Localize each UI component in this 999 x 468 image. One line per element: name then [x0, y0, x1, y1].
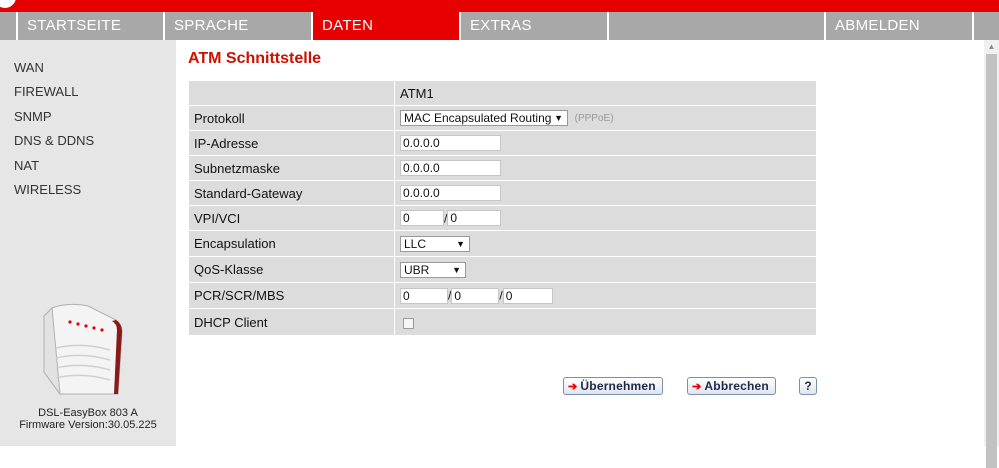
page-title: ATM Schnittstelle: [188, 50, 322, 67]
value-protokoll-cell: MAC Encapsulated Routing ▼ (PPPoE): [394, 105, 817, 131]
value-encapsulation-cell: LLC ▼: [394, 230, 817, 257]
row-subnetzmaske: Subnetzmaske: [188, 155, 817, 181]
arrow-right-icon: ➔: [568, 381, 578, 393]
chevron-down-icon: ▼: [554, 113, 563, 124]
sidebar-item-wireless[interactable]: WIRELESS: [14, 182, 81, 197]
row-encapsulation: Encapsulation LLC ▼: [188, 230, 817, 257]
header-empty-cell: [188, 80, 395, 106]
protokoll-hint: (PPPoE): [574, 112, 614, 124]
scroll-up-icon[interactable]: ▲: [984, 42, 999, 52]
apply-button-label: Übernehmen: [580, 379, 656, 393]
value-dhcp-cell: [394, 308, 817, 336]
main-nav: STARTSEITE SPRACHE DATEN EXTRAS ABMELDEN: [0, 12, 999, 40]
value-subnet-cell: [394, 155, 817, 181]
arrow-right-icon: ➔: [692, 381, 702, 393]
sidebar-item-snmp[interactable]: SNMP: [14, 109, 52, 124]
value-qos-cell: UBR ▼: [394, 256, 817, 283]
row-dhcp-client: DHCP Client: [188, 308, 817, 336]
label-protokoll: Protokoll: [188, 105, 395, 131]
label-ip-adresse: IP-Adresse: [188, 130, 395, 156]
value-vpivci-cell: /: [394, 205, 817, 231]
scrollbar-thumb[interactable]: [986, 54, 997, 468]
qos-select-value: UBR: [404, 262, 430, 277]
nav-extras[interactable]: EXTRAS: [459, 12, 609, 40]
value-ip-cell: [394, 130, 817, 156]
help-button[interactable]: ?: [799, 377, 817, 395]
chevron-down-icon: ▼: [452, 264, 461, 275]
label-qos-klasse: QoS-Klasse: [188, 256, 395, 283]
value-pcr-cell: //: [394, 282, 817, 309]
label-standard-gateway: Standard-Gateway: [188, 180, 395, 206]
row-pcr-scr-mbs: PCR/SCR/MBS //: [188, 282, 817, 309]
table-header-row: ATM1: [188, 80, 817, 106]
row-protokoll: Protokoll MAC Encapsulated Routing ▼ (PP…: [188, 105, 817, 131]
pcr-input[interactable]: [400, 287, 448, 304]
protokoll-select[interactable]: MAC Encapsulated Routing ▼: [400, 110, 568, 127]
value-gateway-cell: [394, 180, 817, 206]
sidebar-item-nat[interactable]: NAT: [14, 158, 39, 173]
row-qos-klasse: QoS-Klasse UBR ▼: [188, 256, 817, 283]
sidebar-item-wan[interactable]: WAN: [14, 60, 44, 75]
nav-abmelden[interactable]: ABMELDEN: [824, 12, 973, 40]
scr-input[interactable]: [451, 287, 500, 304]
nav-end-divider: [972, 12, 999, 40]
cancel-button-label: Abbrechen: [704, 379, 769, 393]
dhcp-client-checkbox[interactable]: [403, 317, 414, 329]
vpi-input[interactable]: [400, 210, 444, 227]
apply-button[interactable]: ➔ Übernehmen: [563, 377, 663, 395]
subnetzmaske-input[interactable]: [400, 160, 501, 177]
sidebar-item-firewall[interactable]: FIREWALL: [14, 84, 79, 99]
label-vpi-vci: VPI/VCI: [188, 205, 395, 231]
nav-sprache[interactable]: SPRACHE: [163, 12, 312, 40]
sidebar: WAN FIREWALL SNMP DNS & DDNS NAT WIRELES…: [0, 40, 176, 446]
logo-icon: [0, 0, 16, 8]
device-name: DSL-EasyBox 803 A: [38, 407, 138, 419]
router-device-icon: [43, 303, 123, 396]
encapsulation-select-value: LLC: [404, 236, 427, 251]
standard-gateway-input[interactable]: [400, 185, 501, 202]
column-header: ATM1: [394, 80, 817, 106]
label-subnetzmaske: Subnetzmaske: [188, 155, 395, 181]
label-pcr-scr-mbs: PCR/SCR/MBS: [188, 282, 395, 309]
nav-empty: [607, 12, 825, 40]
mbs-input[interactable]: [502, 287, 553, 304]
chevron-down-icon: ▼: [456, 238, 465, 249]
protokoll-select-value: MAC Encapsulated Routing: [404, 111, 552, 126]
nav-daten[interactable]: DATEN: [311, 12, 460, 40]
cancel-button[interactable]: ➔ Abbrechen: [687, 377, 776, 395]
brand-strip: [0, 0, 999, 12]
vci-input[interactable]: [447, 210, 502, 227]
ip-adresse-input[interactable]: [400, 135, 501, 152]
row-ip-adresse: IP-Adresse: [188, 130, 817, 156]
nav-startseite[interactable]: STARTSEITE: [16, 12, 165, 40]
row-vpi-vci: VPI/VCI /: [188, 205, 817, 231]
sidebar-item-dns-ddns[interactable]: DNS & DDNS: [14, 133, 94, 148]
label-encapsulation: Encapsulation: [188, 230, 395, 257]
label-dhcp-client: DHCP Client: [188, 308, 395, 336]
firmware-version: Firmware Version:30.05.225: [19, 419, 157, 431]
row-standard-gateway: Standard-Gateway: [188, 180, 817, 206]
encapsulation-select[interactable]: LLC ▼: [400, 235, 470, 252]
qos-klasse-select[interactable]: UBR ▼: [400, 261, 466, 278]
atm-settings-table: ATM1 Protokoll MAC Encapsulated Routing …: [188, 80, 817, 336]
vertical-scrollbar[interactable]: ▲: [984, 40, 999, 468]
